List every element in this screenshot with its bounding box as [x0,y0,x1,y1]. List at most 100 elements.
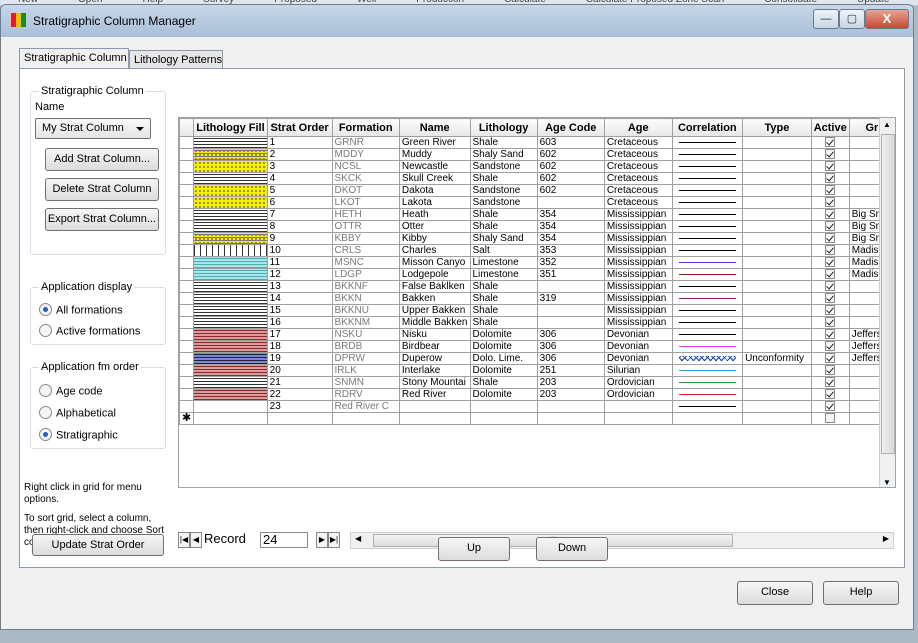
new-row[interactable]: ✱ [179,412,895,425]
active-cell[interactable] [810,364,850,377]
code-cell[interactable]: 602 [536,148,605,161]
active-cell[interactable] [810,304,850,317]
order-cell[interactable]: 6 [266,196,333,209]
fm-cell[interactable]: SKCK [331,172,400,185]
row-selector[interactable] [179,352,195,365]
type-cell[interactable] [742,196,812,209]
lith-cell[interactable]: Shale [469,376,538,389]
code-cell[interactable] [536,400,605,413]
fm-cell[interactable]: RDRV [331,388,400,401]
tab-lithology-patterns[interactable]: Lithology Patterns [129,50,223,68]
fm-cell[interactable]: DKOT [331,184,400,197]
next-record-icon[interactable]: ▶ [316,532,328,548]
table-row[interactable]: 15 BKKNU Upper Bakken Shale Mississippian [179,304,895,317]
name-cell[interactable]: Newcastle [398,160,471,173]
type-cell[interactable] [742,280,812,293]
type-cell[interactable] [742,244,812,257]
table-row[interactable]: 5 DKOT Dakota Sandstone 602 Cretaceous [179,184,895,197]
code-cell[interactable]: 306 [536,352,605,365]
lithology-fill-cell[interactable] [193,268,268,281]
age-cell[interactable]: Cretaceous [603,160,673,173]
type-cell[interactable] [742,232,812,245]
lithology-fill-cell[interactable] [193,208,268,221]
table-row[interactable]: 4 SKCK Skull Creek Shale 602 Cretaceous [179,172,895,185]
age-cell[interactable]: Mississippian [603,268,673,281]
row-selector[interactable] [179,316,195,329]
fm-cell[interactable]: LKOT [331,196,400,209]
table-row[interactable]: 20 IRLK Interlake Dolomite 251 Silurian [179,364,895,377]
scroll-right-icon[interactable]: ▶ [883,534,889,543]
order-cell[interactable]: 9 [266,232,333,245]
order-cell[interactable]: 12 [266,268,333,281]
lithology-fill-cell[interactable] [193,388,268,401]
active-cell[interactable] [810,280,850,293]
code-cell[interactable] [536,280,605,293]
order-cell[interactable]: 19 [266,352,333,365]
order-cell[interactable]: 15 [266,304,333,317]
lithology-fill-cell[interactable] [193,220,268,233]
row-selector[interactable] [179,328,195,341]
name-cell[interactable]: Upper Bakken [398,304,471,317]
code-cell[interactable]: 602 [536,172,605,185]
minimize-button[interactable]: — [813,9,839,29]
type-cell[interactable] [742,328,812,341]
row-selector[interactable] [179,244,195,257]
order-cell[interactable]: 20 [266,364,333,377]
lithology-fill-cell[interactable] [193,172,268,185]
table-row[interactable]: 1 GRNR Green River Shale 603 Cretaceous [179,136,895,149]
row-selector[interactable] [179,160,195,173]
tab-stratigraphic-column[interactable]: Stratigraphic Column [19,48,129,68]
column-header[interactable]: Strat Order [266,118,333,137]
update-strat-order-button[interactable]: Update Strat Order [32,534,164,556]
code-cell[interactable]: 351 [536,268,605,281]
lith-cell[interactable]: Shale [469,304,538,317]
empty-cell[interactable] [266,412,333,425]
active-cell[interactable] [810,196,850,209]
correlation-cell[interactable] [671,136,744,149]
type-cell[interactable] [742,304,812,317]
correlation-cell[interactable] [671,244,744,257]
row-selector[interactable] [179,136,195,149]
code-cell[interactable]: 203 [536,376,605,389]
active-checkbox[interactable] [825,329,836,340]
name-cell[interactable]: Red River [398,388,471,401]
fm-cell[interactable]: Red River C [331,400,400,413]
age-cell[interactable]: Mississippian [603,256,673,269]
fm-cell[interactable]: LDGP [331,268,400,281]
fm-cell[interactable]: BRDB [331,340,400,353]
age-cell[interactable]: Cretaceous [603,196,673,209]
row-selector[interactable] [179,304,195,317]
row-selector[interactable] [179,208,195,221]
column-header[interactable]: Correlation [671,118,744,137]
correlation-cell[interactable] [671,280,744,293]
age-cell[interactable] [603,400,673,413]
fm-cell[interactable]: NSKU [331,328,400,341]
active-cell[interactable] [810,136,850,149]
fm-cell[interactable]: SNMN [331,376,400,389]
table-row[interactable]: 17 NSKU Nisku Dolomite 306 Devonian Jeffers [179,328,895,341]
active-checkbox[interactable] [825,197,836,208]
order-cell[interactable]: 3 [266,160,333,173]
lith-cell[interactable]: Dolo. Lime. [469,352,538,365]
lithology-fill-cell[interactable] [193,148,268,161]
active-checkbox[interactable] [825,221,836,232]
name-cell[interactable]: Dakota [398,184,471,197]
lithology-fill-cell[interactable] [193,364,268,377]
age-cell[interactable]: Devonian [603,328,673,341]
fm-cell[interactable]: OTTR [331,220,400,233]
table-row[interactable]: 3 NCSL Newcastle Sandstone 602 Cretaceous [179,160,895,173]
age-cell[interactable]: Cretaceous [603,172,673,185]
table-row[interactable]: 6 LKOT Lakota Sandstone Cretaceous [179,196,895,209]
order-cell[interactable]: 4 [266,172,333,185]
lith-cell[interactable]: Shaly Sand [469,232,538,245]
name-cell[interactable]: Nisku [398,328,471,341]
lithology-fill-cell[interactable] [193,352,268,365]
active-cell[interactable] [810,376,850,389]
age-cell[interactable]: Mississippian [603,208,673,221]
correlation-cell[interactable] [671,196,744,209]
correlation-cell[interactable] [671,340,744,353]
active-cell[interactable] [810,340,850,353]
lithology-fill-cell[interactable] [193,184,268,197]
order-cell[interactable]: 11 [266,256,333,269]
correlation-cell[interactable] [671,400,744,413]
